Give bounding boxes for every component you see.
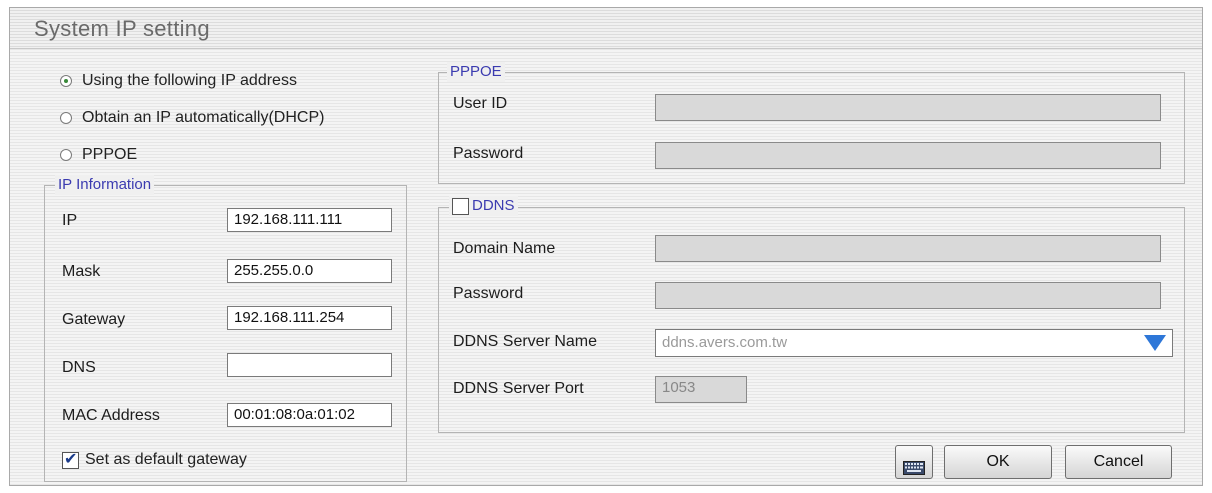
pppoe-legend: PPPOE: [447, 62, 505, 82]
user-id-field[interactable]: [655, 94, 1161, 121]
radio-pppoe-label: PPPOE: [82, 146, 138, 163]
default-gateway-option[interactable]: Set as default gateway: [62, 449, 247, 469]
domain-name-field[interactable]: [655, 235, 1161, 262]
ip-label: IP: [62, 212, 78, 229]
ddns-password-field[interactable]: [655, 282, 1161, 309]
default-gateway-label: Set as default gateway: [85, 451, 247, 468]
title-bar: System IP setting: [10, 8, 1202, 49]
pppoe-password-label: Password: [453, 145, 524, 162]
ddns-server-name-dropdown[interactable]: ddns.avers.com.tw: [655, 329, 1173, 357]
radio-indicator[interactable]: [60, 112, 72, 124]
cancel-button[interactable]: Cancel: [1065, 445, 1172, 479]
ip-information-legend: IP Information: [55, 175, 155, 195]
mac-address-field: 00:01:08:0a:01:02: [227, 403, 392, 427]
radio-static-ip-label: Using the following IP address: [82, 72, 297, 89]
user-id-label: User ID: [453, 95, 508, 112]
mask-label: Mask: [62, 263, 101, 280]
ip-information-group: IP Information IP 192.168.111.111 Mask 2…: [44, 175, 407, 482]
ok-button[interactable]: OK: [944, 445, 1052, 479]
dialog-title: System IP setting: [34, 16, 210, 41]
default-gateway-checkbox[interactable]: [62, 449, 79, 469]
ddns-server-name-value: ddns.avers.com.tw: [662, 334, 788, 351]
ddns-legend[interactable]: DDNS: [449, 196, 518, 216]
mask-field[interactable]: 255.255.0.0: [227, 259, 392, 283]
keyboard-icon: [903, 455, 925, 475]
radio-pppoe[interactable]: PPPOE: [60, 146, 137, 164]
ddns-server-name-label: DDNS Server Name: [453, 333, 598, 350]
pppoe-group: PPPOE User ID Password: [438, 62, 1185, 184]
ddns-server-port-field[interactable]: 1053: [655, 376, 747, 403]
radio-dhcp[interactable]: Obtain an IP automatically(DHCP): [60, 109, 324, 127]
ddns-enable-checkbox[interactable]: [452, 197, 469, 215]
gateway-field[interactable]: 192.168.111.254: [227, 306, 392, 330]
radio-indicator[interactable]: [60, 149, 72, 161]
gateway-label: Gateway: [62, 311, 126, 328]
dns-label: DNS: [62, 359, 96, 376]
ddns-group: DDNS Domain Name Password DDNS Server Na…: [438, 196, 1185, 433]
ip-field[interactable]: 192.168.111.111: [227, 208, 392, 232]
ddns-password-label: Password: [453, 285, 524, 302]
dns-field[interactable]: [227, 353, 392, 377]
radio-static-ip[interactable]: Using the following IP address: [60, 72, 297, 90]
chevron-down-icon[interactable]: [1144, 335, 1166, 351]
ddns-server-port-label: DDNS Server Port: [453, 380, 584, 397]
radio-indicator[interactable]: [60, 75, 72, 87]
keyboard-button[interactable]: [895, 445, 933, 479]
ddns-legend-label: DDNS: [472, 197, 515, 214]
domain-name-label: Domain Name: [453, 240, 556, 257]
pppoe-password-field[interactable]: [655, 142, 1161, 169]
mac-address-label: MAC Address: [62, 407, 160, 424]
radio-dhcp-label: Obtain an IP automatically(DHCP): [82, 109, 325, 126]
system-ip-setting-dialog: System IP setting Using the following IP…: [9, 7, 1203, 486]
